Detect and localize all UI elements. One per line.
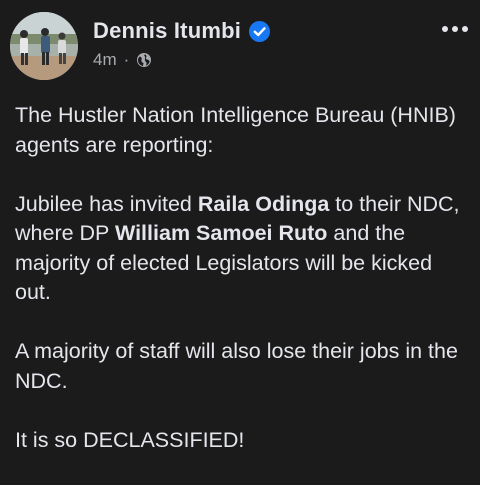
post-paragraph-2: Jubilee has invited Raila Odinga to thei… [15, 190, 470, 308]
post-header: Dennis Itumbi 4m · [10, 12, 470, 82]
verified-badge-icon [249, 20, 271, 42]
globe-icon[interactable] [136, 52, 152, 68]
paragraph-text: Jubilee has invited [15, 191, 198, 216]
avatar-photo [10, 12, 78, 80]
author-name-row: Dennis Itumbi [93, 18, 271, 44]
post-paragraph-3: A majority of staff will also lose their… [15, 339, 458, 393]
more-dot [442, 26, 448, 32]
post-paragraph-1: The Hustler Nation Intelligence Bureau (… [15, 103, 456, 157]
post-meta: 4m · [93, 50, 152, 70]
more-dot [462, 26, 468, 32]
mention-william-ruto: William Samoei Ruto [114, 221, 328, 245]
meta-separator: · [123, 50, 130, 69]
post-timestamp[interactable]: 4m [93, 50, 117, 70]
mention-raila-odinga: Raila Odinga [197, 191, 330, 216]
post-paragraph-4: It is so DECLASSIFIED! [15, 427, 245, 452]
more-dot [452, 26, 458, 32]
post-body: The Hustler Nation Intelligence Bureau (… [15, 101, 470, 485]
more-options-icon[interactable] [442, 26, 468, 32]
author-avatar[interactable] [10, 12, 78, 80]
author-name[interactable]: Dennis Itumbi [93, 18, 241, 44]
